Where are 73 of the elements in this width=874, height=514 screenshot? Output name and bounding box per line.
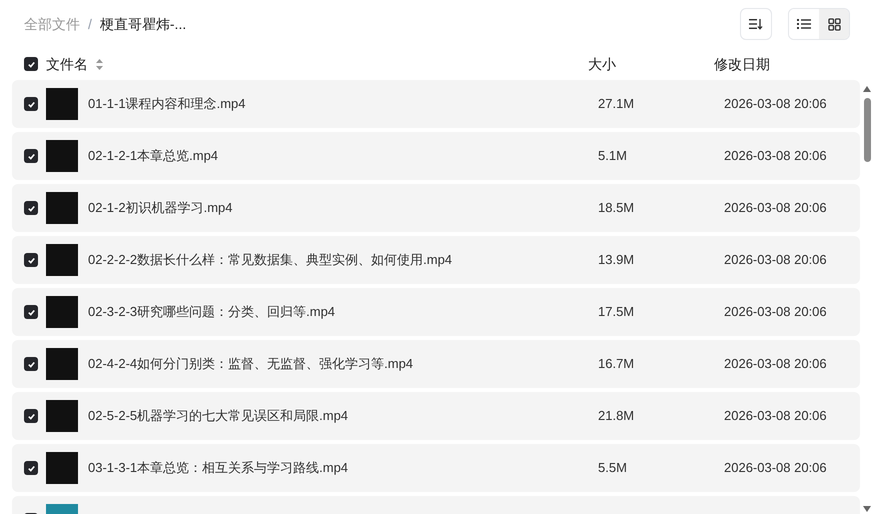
view-mode-button[interactable] [819, 9, 849, 39]
file-row[interactable]: 02-1-2初识机器学习.mp4 18.5M 2026-03-08 20:06 [12, 184, 860, 232]
sort-button[interactable] [740, 8, 772, 40]
file-name: 03-1-3-1本章总览：相互关系与学习路线.mp4 [88, 459, 350, 478]
file-name: 02-4-2-4如何分门别类：监督、无监督、强化学习等.mp4 [88, 355, 414, 374]
check-icon [26, 100, 36, 108]
sort-arrows-icon[interactable] [96, 58, 103, 70]
file-size: 17.5M [598, 303, 636, 322]
checkbox[interactable] [24, 201, 38, 215]
file-size: 27.1M [598, 95, 636, 114]
video-thumbnail [46, 88, 78, 120]
file-row[interactable]: 01-1-1课程内容和理念.mp4 27.1M 2026-03-08 20:06 [12, 80, 860, 128]
check-icon [26, 412, 36, 420]
checkbox[interactable] [24, 57, 38, 71]
file-size: 21.8M [598, 407, 636, 426]
modified-date: 2026-03-08 20:06 [724, 407, 827, 426]
file-name: 02-3-2-3研究哪些问题：分类、回归等.mp4 [88, 303, 336, 322]
checkbox[interactable] [24, 305, 38, 319]
sort-icon [749, 18, 763, 30]
file-row[interactable]: 02-5-2-5机器学习的七大常见误区和局限.mp4 21.8M 2026-03-08 20:06 [12, 392, 860, 440]
checkbox[interactable] [24, 97, 38, 111]
video-thumbnail [46, 348, 78, 380]
file-name: 02-1-2-1本章总览.mp4 [88, 147, 220, 166]
file-row[interactable]: 02-3-2-3研究哪些问题：分类、回归等.mp4 17.5M 2026-03-08 20:06 [12, 288, 860, 336]
file-name: 02-1-2初识机器学习.mp4 [88, 199, 234, 218]
checkbox[interactable] [24, 461, 38, 475]
checkbox[interactable] [24, 149, 38, 163]
modified-date: 2026-03-08 20:06 [724, 251, 827, 270]
checkbox[interactable] [24, 253, 38, 267]
checkbox[interactable] [24, 409, 38, 423]
column-header: 修改日期 [714, 54, 770, 74]
file-row[interactable]: 02-1-2-1本章总览.mp4 5.1M 2026-03-08 20:06 [12, 132, 860, 180]
file-size: 5.1M [598, 147, 628, 166]
video-thumbnail [46, 140, 78, 172]
check-icon [26, 256, 36, 264]
scroll-up-icon[interactable] [863, 86, 871, 92]
scroll-down-icon[interactable] [863, 506, 871, 512]
column-header[interactable]: 文件名 [46, 54, 88, 74]
check-icon [26, 308, 36, 316]
checkbox[interactable] [24, 357, 38, 371]
file-row[interactable]: 03-1-3-1本章总览：相互关系与学习路线.mp4 5.5M 2026-03-08 20:06 [12, 444, 860, 492]
modified-date: 2026-03-08 20:06 [724, 199, 827, 218]
check-icon [26, 204, 36, 212]
modified-date: 2026-03-08 20:06 [724, 303, 827, 322]
breadcrumb-item[interactable]: 梗直哥瞿炜-... [100, 14, 186, 34]
file-size: 13.9M [598, 251, 636, 270]
scrollbar-thumb[interactable] [864, 98, 870, 162]
video-thumbnail [46, 296, 78, 328]
modified-date: 2026-03-08 20:06 [724, 459, 827, 478]
video-thumbnail [46, 400, 78, 432]
check-icon [26, 60, 36, 68]
file-size: 16.7M [598, 355, 636, 374]
file-name: 01-1-1课程内容和理念.mp4 [88, 95, 246, 114]
breadcrumb-separator: / [88, 14, 92, 34]
check-icon [26, 464, 36, 472]
modified-date: 2026-03-08 20:06 [724, 355, 827, 374]
list-icon [797, 18, 811, 30]
scrollbar[interactable] [860, 86, 874, 512]
video-thumbnail [46, 244, 78, 276]
file-size: 18.5M [598, 199, 636, 218]
video-thumbnail [46, 192, 78, 224]
modified-date: 2026-03-08 20:06 [724, 95, 827, 114]
video-thumbnail [46, 452, 78, 484]
file-name: 02-2-2-2数据长什么样：常见数据集、典型实例、如何使用.mp4 [88, 251, 454, 270]
check-icon [26, 152, 36, 160]
file-row[interactable]: 02-4-2-4如何分门别类：监督、无监督、强化学习等.mp4 16.7M 2026-03-08 20:06 [12, 340, 860, 388]
file-row[interactable]: 02-2-2-2数据长什么样：常见数据集、典型实例、如何使用.mp4 13.9M 2026-03-08 20:06 [12, 236, 860, 284]
column-header: 大小 [588, 54, 617, 74]
check-icon [26, 360, 36, 368]
file-size: 5.5M [598, 459, 628, 478]
grid-icon [828, 18, 840, 30]
file-name: 02-5-2-5机器学习的七大常见误区和局限.mp4 [88, 407, 350, 426]
modified-date: 2026-03-08 20:06 [724, 147, 827, 166]
